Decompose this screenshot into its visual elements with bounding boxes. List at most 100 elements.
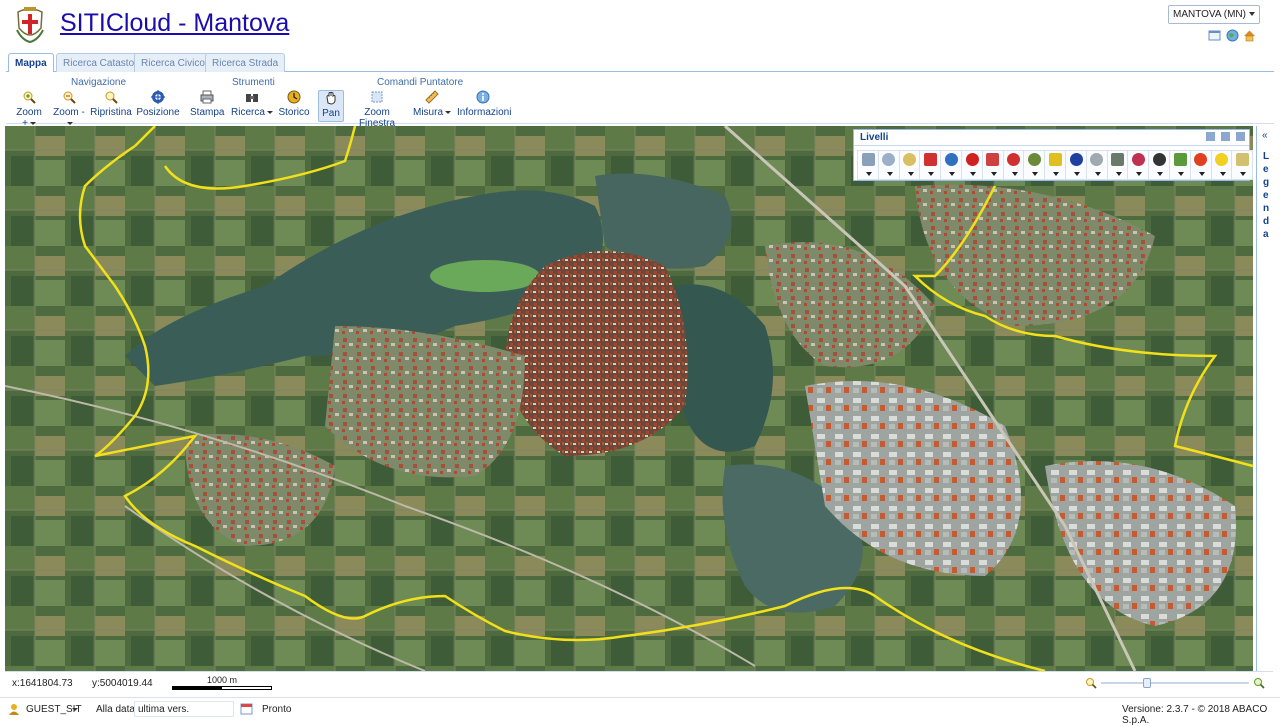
flame-layer-icon (1069, 153, 1083, 166)
poi-layer-icon (1194, 153, 1208, 166)
dropdown-arrow-icon[interactable] (1115, 172, 1122, 176)
dropdown-arrow-icon[interactable] (1032, 172, 1039, 176)
layer-toggle-zoning-layer[interactable] (919, 150, 942, 180)
layer-toggle-flame-layer[interactable] (1065, 150, 1087, 180)
grid-layer-icon (1027, 153, 1041, 166)
dropdown-arrow-icon[interactable] (886, 172, 893, 176)
layer-toggle-pipe-layer[interactable] (1127, 150, 1150, 180)
layers-panel: Livelli (853, 129, 1254, 181)
zoom-in-icon (23, 91, 36, 104)
dropdown-arrow-icon[interactable] (1074, 172, 1080, 176)
dropdown-arrow-icon[interactable] (1053, 172, 1060, 176)
storico-label: Storico (278, 107, 310, 118)
dropdown-arrow-icon[interactable] (1240, 172, 1247, 176)
zoom-slider-thumb[interactable] (1143, 678, 1151, 688)
ortho-layer-icon (1235, 153, 1249, 166)
layer-toggle-rail-layer[interactable] (981, 150, 1004, 180)
zoom-in-button[interactable]: Zoom + (12, 90, 46, 129)
layer-toggle-poi-layer[interactable] (1189, 150, 1212, 180)
collapse-icon[interactable] (1206, 132, 1216, 141)
pan-button[interactable]: Pan (318, 90, 344, 122)
hazard-layer-icon (965, 153, 979, 166)
layer-toggle-cadastre-layer[interactable] (898, 150, 921, 180)
pan-label: Pan (322, 108, 340, 119)
dropdown-arrow-icon[interactable] (1157, 172, 1164, 176)
informazioni-button[interactable]: Informazioni (457, 90, 511, 122)
zoom-finestra-button[interactable]: Zoom Finestra (347, 90, 407, 129)
tab-ricerca-civico[interactable]: Ricerca Civico (134, 53, 212, 72)
dropdown-arrow-icon[interactable] (1198, 172, 1205, 176)
dropdown-arrow-icon[interactable] (949, 172, 956, 176)
ripristina-button[interactable]: Ripristina (90, 90, 132, 122)
location-icon (151, 90, 165, 104)
dropdown-arrow-icon[interactable] (990, 172, 997, 176)
date-input[interactable] (134, 701, 234, 717)
version-text: Versione: 2.3.7 - © 2018 ABACO S.p.A. (1122, 704, 1268, 726)
light-layer-icon (1215, 153, 1229, 166)
app-title[interactable]: SITICloud - Mantova (60, 9, 289, 38)
zoom-out-label: Zoom - (53, 107, 85, 118)
dropdown-arrow-icon[interactable] (1136, 172, 1143, 176)
layer-toggle-tree-layer[interactable] (877, 150, 900, 180)
expand-legend-icon[interactable]: « (1262, 130, 1268, 141)
main-tabs: Mappa Ricerca Catasto Ricerca Civico Ric… (6, 52, 1274, 73)
scale-bar-label: 1000 m (206, 675, 238, 685)
layer-toggle-light-layer[interactable] (1210, 150, 1233, 180)
zoom-slider-track[interactable] (1101, 682, 1249, 684)
dropdown-arrow-icon[interactable] (1178, 172, 1184, 176)
dropdown-arrow-icon[interactable] (866, 172, 872, 176)
map-toolbar: Navigazione Strumenti Comandi Puntatore … (6, 72, 1274, 129)
municipality-select[interactable]: MANTOVA (MN) (1168, 5, 1260, 24)
stampa-button[interactable]: Stampa (190, 90, 224, 122)
globe-icon[interactable] (1226, 29, 1239, 42)
printer-icon (200, 90, 214, 104)
zoom-in-icon[interactable] (1253, 677, 1265, 689)
aerial-map-view[interactable] (5, 126, 1253, 671)
layer-toggle-bike-layer[interactable] (940, 150, 963, 180)
dropdown-arrow-icon[interactable] (1094, 172, 1101, 176)
zoom-out-icon[interactable] (1085, 677, 1097, 689)
user-dropdown-icon[interactable] (72, 708, 78, 711)
chevron-down-icon (1249, 12, 1255, 16)
legend-label[interactable]: Legenda (1263, 150, 1271, 241)
storico-button[interactable]: Storico (277, 90, 311, 122)
tree-layer-icon (882, 153, 896, 166)
dropdown-arrow-icon[interactable] (970, 172, 976, 176)
tab-mappa[interactable]: Mappa (8, 53, 54, 73)
legend-side-panel[interactable]: « Legenda (1256, 126, 1274, 671)
dropdown-arrow-icon[interactable] (1219, 172, 1226, 176)
aerial-imagery (5, 126, 1253, 671)
dropdown-arrow-icon[interactable] (1011, 172, 1018, 176)
misura-button[interactable]: Misura (413, 90, 452, 122)
layer-toggle-terrain-layer[interactable] (1106, 150, 1129, 180)
layer-toggle-warning-layer[interactable] (1044, 150, 1067, 180)
layer-toggle-grid-layer[interactable] (1023, 150, 1046, 180)
ricerca-button[interactable]: Ricerca (231, 90, 273, 122)
accessibility-layer-icon (1152, 153, 1166, 166)
window-icon[interactable] (1208, 29, 1221, 42)
cadastre-layer-icon (903, 153, 917, 166)
layer-toggle-photo-layer[interactable] (857, 150, 879, 180)
layers-panel-title: Livelli (860, 132, 889, 143)
zoom-out-button[interactable]: Zoom - (51, 90, 87, 125)
layer-toggle-accessibility-layer[interactable] (1148, 150, 1171, 180)
zoom-slider[interactable] (1085, 676, 1265, 690)
calendar-icon[interactable] (240, 702, 253, 715)
dropdown-arrow-icon[interactable] (928, 172, 935, 176)
dropdown-arrow-icon (29, 121, 36, 125)
dropdown-arrow-icon (67, 121, 73, 125)
layer-toggle-chart-layer[interactable] (1169, 150, 1191, 180)
scale-bar-graphic (172, 686, 272, 690)
dropdown-arrow-icon[interactable] (907, 172, 914, 176)
home-icon[interactable] (1243, 29, 1256, 42)
ripristina-label: Ripristina (90, 107, 132, 118)
posizione-button[interactable]: Posizione (136, 90, 180, 122)
layer-toggle-ortho-layer[interactable] (1231, 150, 1254, 180)
tab-ricerca-strada[interactable]: Ricerca Strada (205, 53, 286, 72)
layer-toggle-stop-layer[interactable] (1002, 150, 1025, 180)
layer-toggle-road-layer[interactable] (1085, 150, 1108, 180)
tab-ricerca-catasto[interactable]: Ricerca Catasto (56, 53, 142, 72)
print-layers-icon[interactable] (1221, 132, 1231, 141)
layers-list-icon[interactable] (1236, 132, 1245, 141)
layer-toggle-hazard-layer[interactable] (961, 150, 983, 180)
